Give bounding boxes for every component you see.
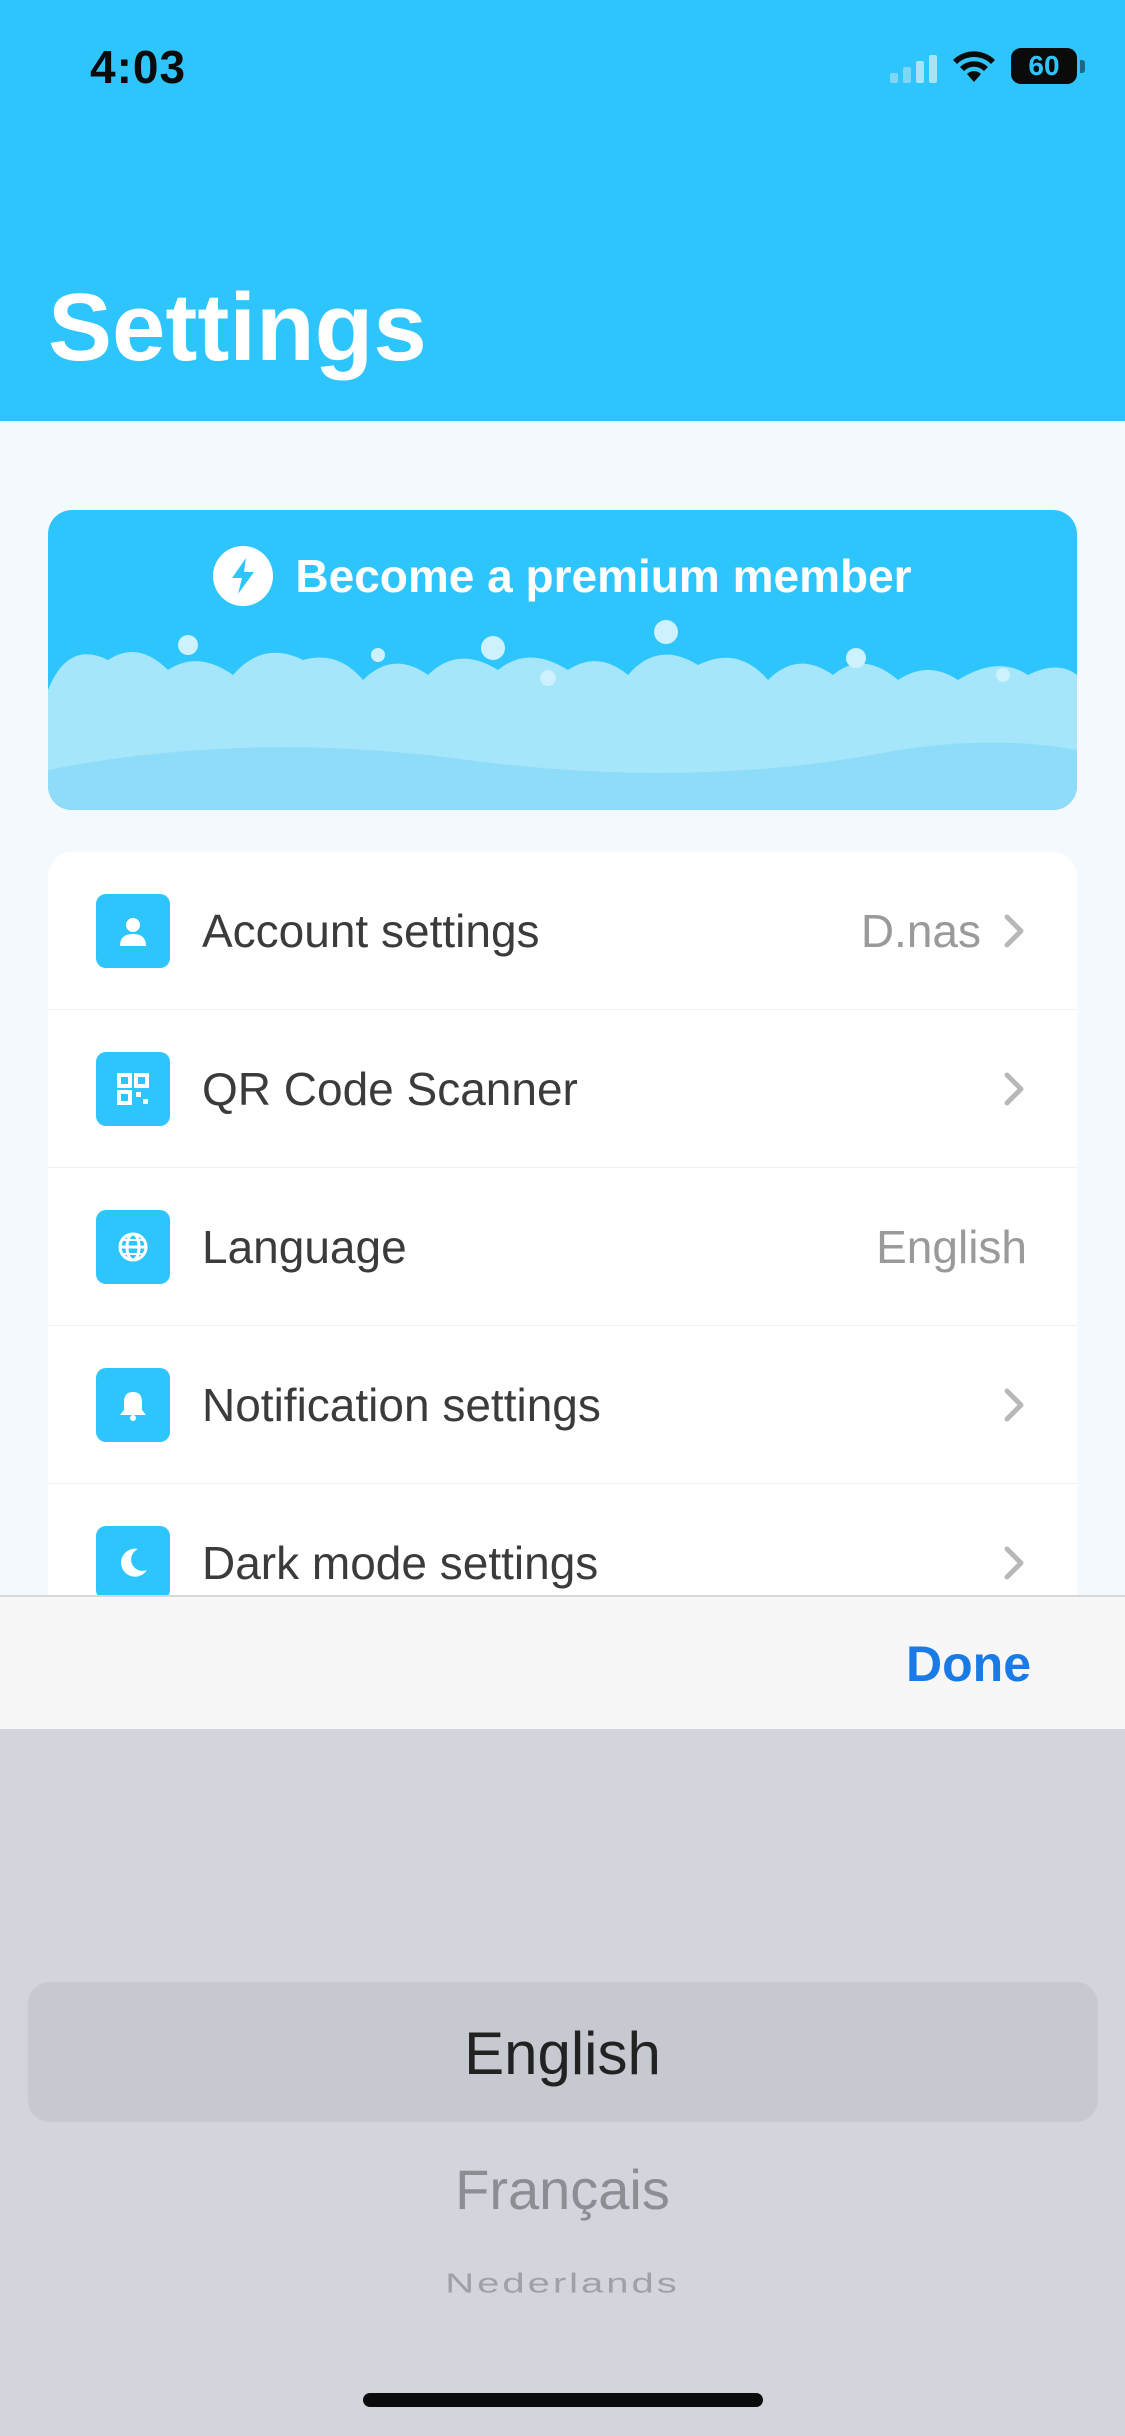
wifi-icon	[953, 51, 995, 82]
settings-item-language[interactable]: Language English	[48, 1168, 1077, 1326]
settings-item-notifications[interactable]: Notification settings	[48, 1326, 1077, 1484]
cellular-signal-icon	[890, 49, 937, 83]
settings-item-label: Notification settings	[202, 1378, 601, 1431]
settings-item-dark-mode[interactable]: Dark mode settings	[48, 1484, 1077, 1612]
settings-item-value: English	[876, 1220, 1027, 1273]
moon-icon	[96, 1525, 170, 1600]
premium-label: Become a premium member	[295, 550, 912, 602]
person-icon	[96, 893, 170, 968]
language-picker[interactable]: English Français Nederlands	[0, 1729, 1125, 2436]
status-time: 4:03	[90, 41, 187, 93]
status-indicators: 60	[890, 46, 1085, 86]
settings-item-account[interactable]: Account settings D.nas	[48, 852, 1077, 1010]
clouds-illustration	[48, 620, 1077, 810]
chevron-right-icon	[1004, 1072, 1024, 1105]
picker-option[interactable]: Français	[0, 2157, 1125, 2222]
settings-item-qr-scanner[interactable]: QR Code Scanner	[48, 1010, 1077, 1168]
settings-item-label: Account settings	[202, 904, 540, 957]
settings-item-value: D.nas	[860, 904, 981, 957]
chevron-right-icon	[1004, 1388, 1024, 1421]
done-button[interactable]: Done	[906, 1635, 1031, 1693]
picker-toolbar: Done	[0, 1595, 1125, 1729]
chevron-right-icon	[1004, 1546, 1024, 1579]
bell-icon	[96, 1367, 170, 1442]
globe-icon	[96, 1209, 170, 1284]
settings-item-label: QR Code Scanner	[202, 1062, 578, 1115]
lightning-bolt-icon	[213, 546, 274, 606]
page-title: Settings	[48, 274, 427, 381]
settings-item-label: Dark mode settings	[202, 1536, 599, 1589]
home-indicator[interactable]	[363, 2393, 763, 2407]
settings-list: Account settings D.nas QR Code Scanner L…	[48, 852, 1077, 1612]
battery-icon: 60	[1011, 48, 1085, 84]
chevron-right-icon	[1004, 914, 1024, 947]
premium-banner[interactable]: Become a premium member	[48, 510, 1077, 810]
qr-code-icon	[96, 1051, 170, 1126]
picker-option-selected[interactable]: English	[0, 2019, 1125, 2088]
header: 4:03 60 Settings	[0, 0, 1125, 421]
settings-screen: 4:03 60 Settings Become a premium member	[0, 0, 1125, 2436]
picker-option[interactable]: Nederlands	[0, 2268, 1125, 2300]
settings-item-label: Language	[202, 1220, 407, 1273]
